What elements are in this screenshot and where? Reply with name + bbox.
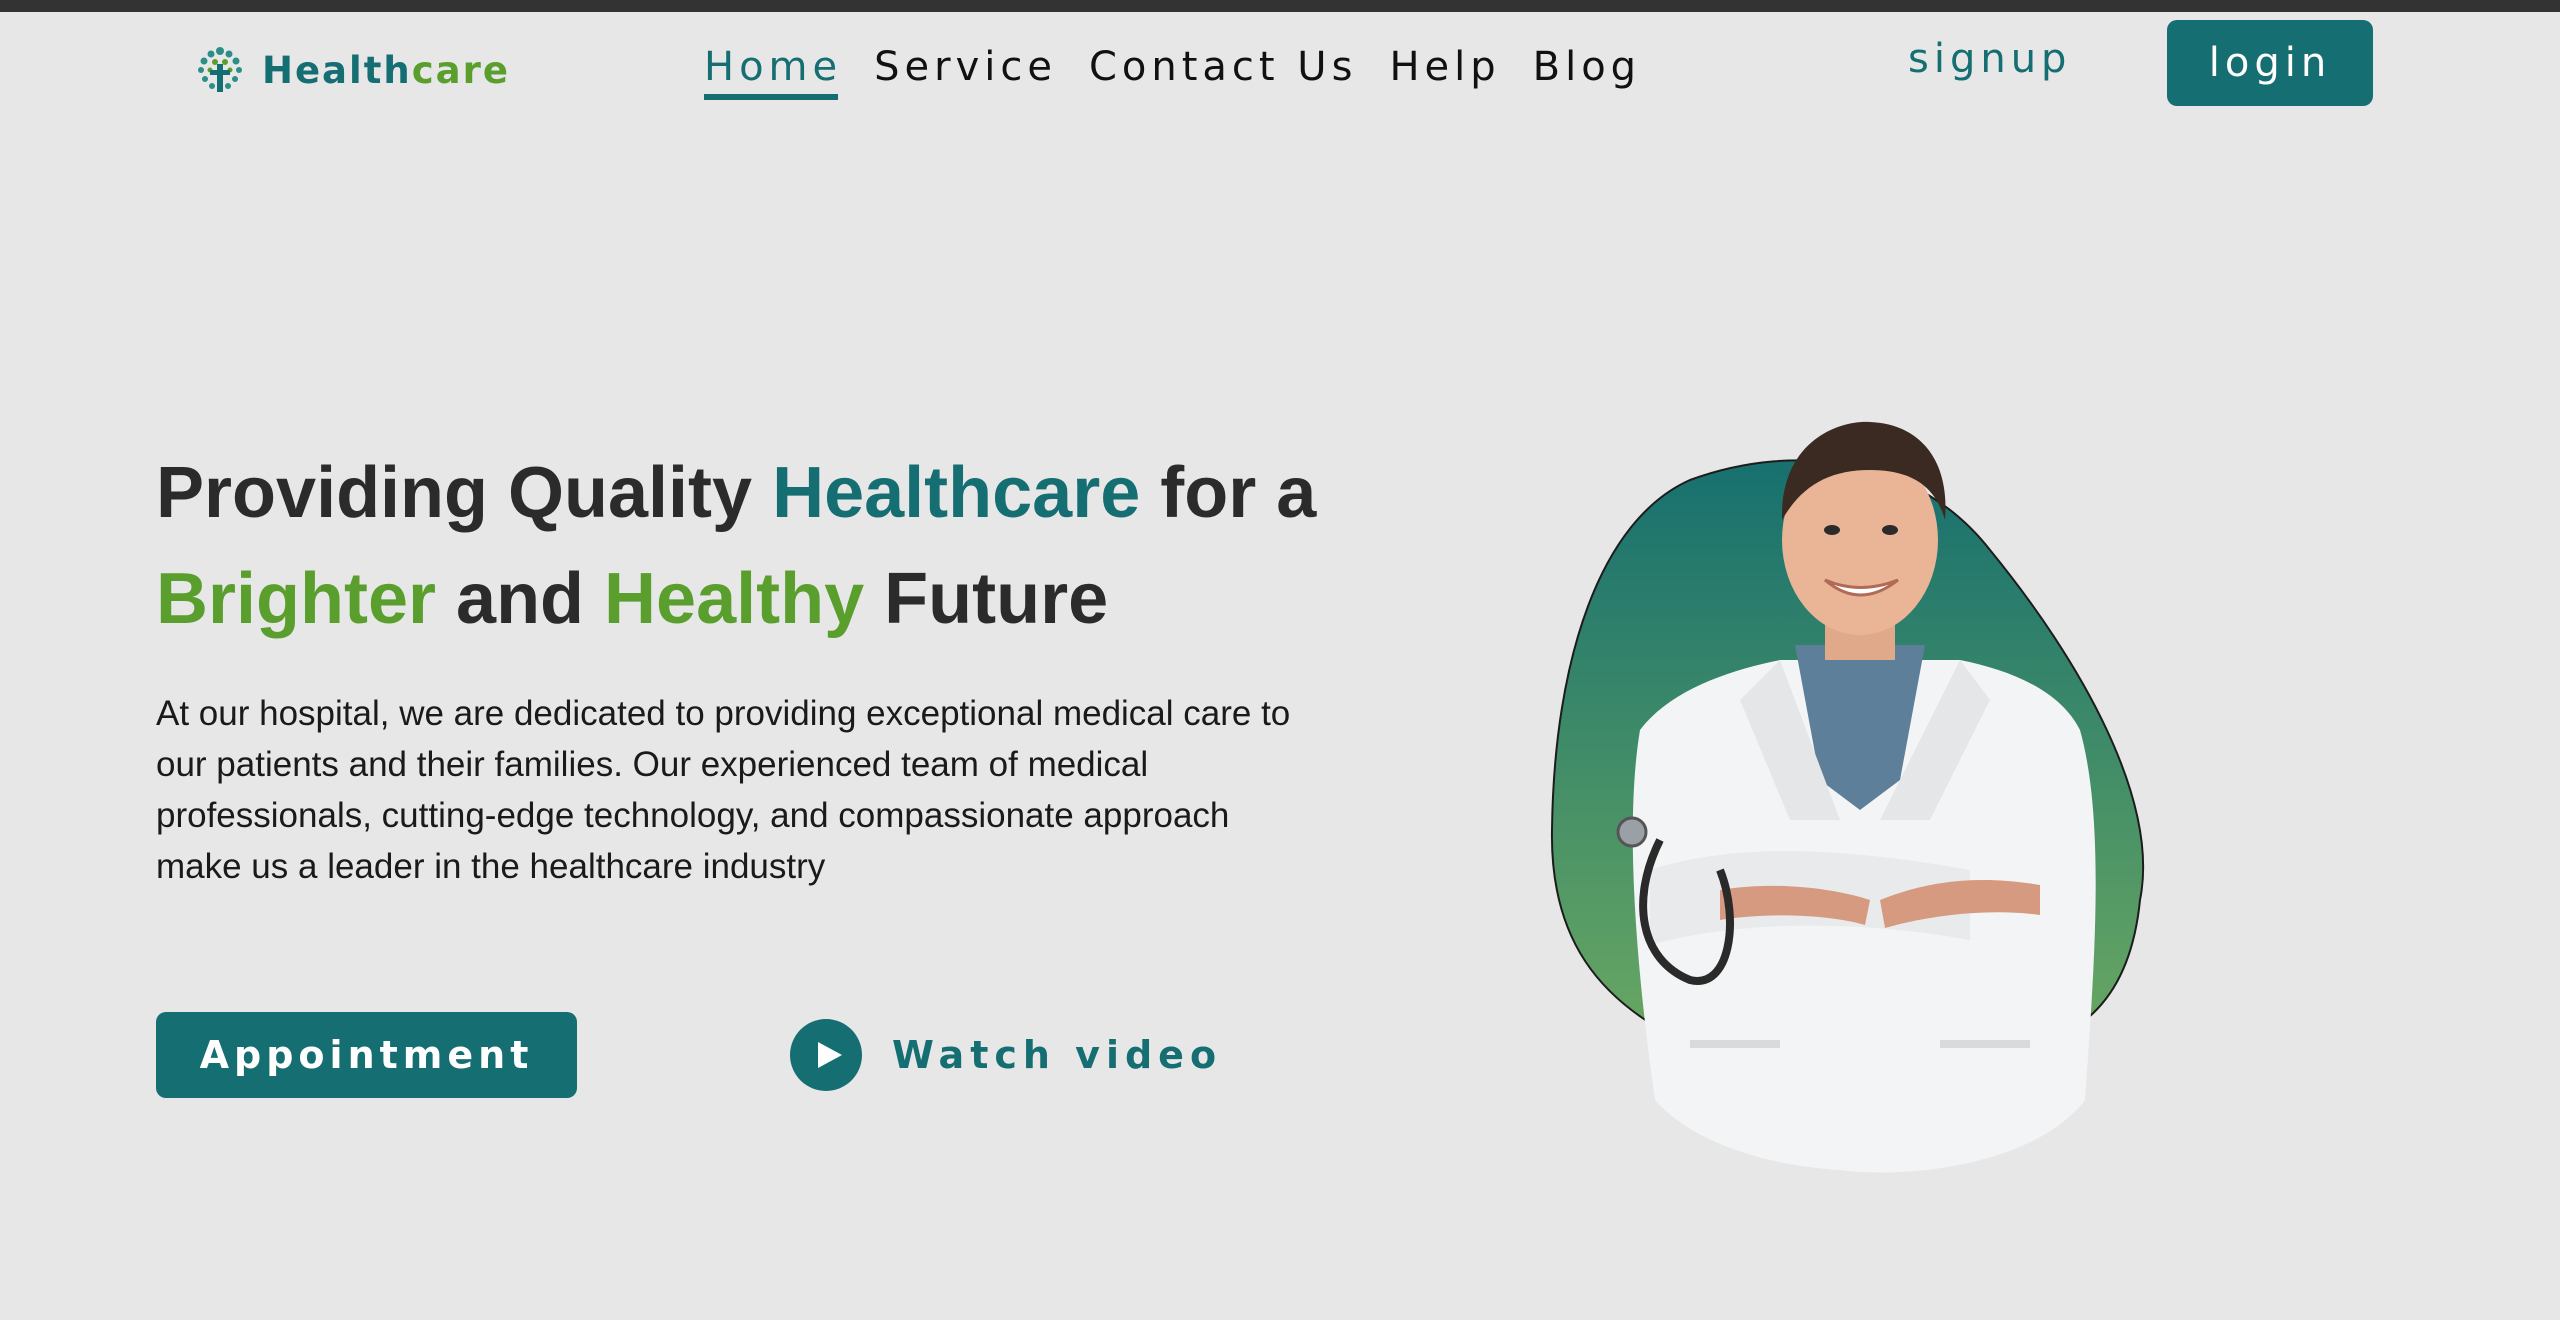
- nav-blog[interactable]: Blog: [1533, 44, 1641, 96]
- main-nav: Home Service Contact Us Help Blog: [704, 44, 1641, 100]
- browser-top-strip: [0, 0, 2560, 12]
- brand-name: Healthcare: [262, 48, 510, 92]
- nav-home[interactable]: Home: [704, 44, 842, 100]
- tree-cross-logo-icon: [192, 42, 248, 98]
- nav-service[interactable]: Service: [874, 44, 1057, 96]
- hero-title: Providing Quality Healthcare for a Bright…: [156, 453, 1317, 639]
- page: Healthcare Home Service Contact Us Help …: [0, 0, 2560, 1320]
- play-icon[interactable]: [790, 1019, 862, 1091]
- login-button[interactable]: login: [2167, 20, 2373, 106]
- signup-link[interactable]: signup: [1908, 36, 2071, 82]
- nav-contact-us[interactable]: Contact Us: [1089, 44, 1357, 96]
- doctor-photo: [1540, 400, 2160, 1180]
- hero-description: At our hospital, we are dedicated to pro…: [156, 694, 1291, 886]
- appointment-button[interactable]: Appointment: [156, 1012, 577, 1098]
- watch-video-label: Watch video: [892, 1033, 1223, 1077]
- brand-logo[interactable]: Healthcare: [192, 42, 510, 98]
- watch-video-button[interactable]: Watch video: [790, 1016, 1222, 1094]
- nav-help[interactable]: Help: [1389, 44, 1500, 96]
